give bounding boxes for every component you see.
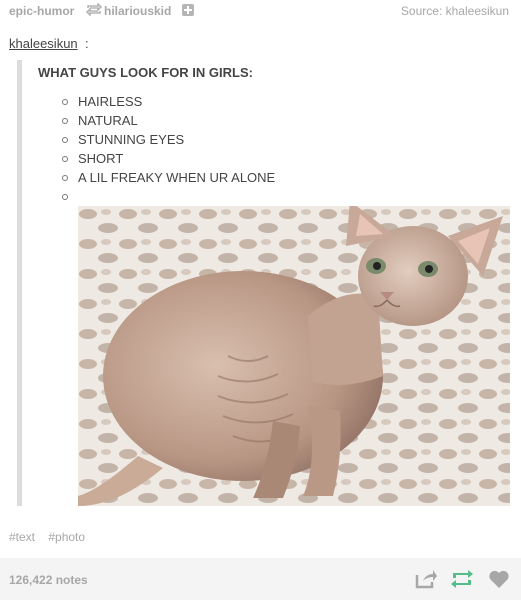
tag-link[interactable]: #photo: [48, 530, 85, 544]
source-label: Source:: [400, 4, 443, 18]
post-heading: WHAT GUYS LOOK FOR IN GIRLS:: [38, 65, 253, 80]
bullet-list: HAIRLESS NATURAL STUNNING EYES SHORT A L…: [60, 92, 275, 206]
op-colon: :: [85, 36, 89, 51]
blockquote-bar: [17, 60, 22, 506]
tag-link[interactable]: #text: [9, 530, 35, 544]
list-item: A LIL FREAKY WHEN UR ALONE: [60, 168, 275, 187]
heart-icon[interactable]: [488, 569, 510, 589]
reblog-arrows-icon: [86, 3, 102, 16]
notes-count[interactable]: 126,422 notes: [9, 573, 88, 587]
reblog-from-user[interactable]: epic-humor: [9, 4, 74, 18]
reblogger-user[interactable]: hilariouskid: [104, 4, 171, 18]
list-item: NATURAL: [60, 111, 275, 130]
tag-list: #text #photo: [9, 530, 95, 544]
post-header: epic-humor hilariouskid Source: khaleesi…: [0, 0, 521, 22]
photo-illustration: [78, 206, 510, 506]
source-user[interactable]: khaleesikun: [446, 4, 509, 18]
reblog-icon[interactable]: [450, 569, 474, 589]
share-arrow-icon[interactable]: [414, 569, 438, 589]
plus-square-icon[interactable]: [182, 4, 194, 16]
list-item: [60, 187, 275, 206]
post-footer: 126,422 notes: [0, 558, 521, 600]
source-attribution[interactable]: Source: khaleesikun: [401, 4, 509, 18]
list-item: SHORT: [60, 149, 275, 168]
list-item: HAIRLESS: [60, 92, 275, 111]
op-username-link[interactable]: khaleesikun: [9, 36, 78, 51]
sphynx-cat-photo[interactable]: [78, 206, 510, 506]
list-item: STUNNING EYES: [60, 130, 275, 149]
